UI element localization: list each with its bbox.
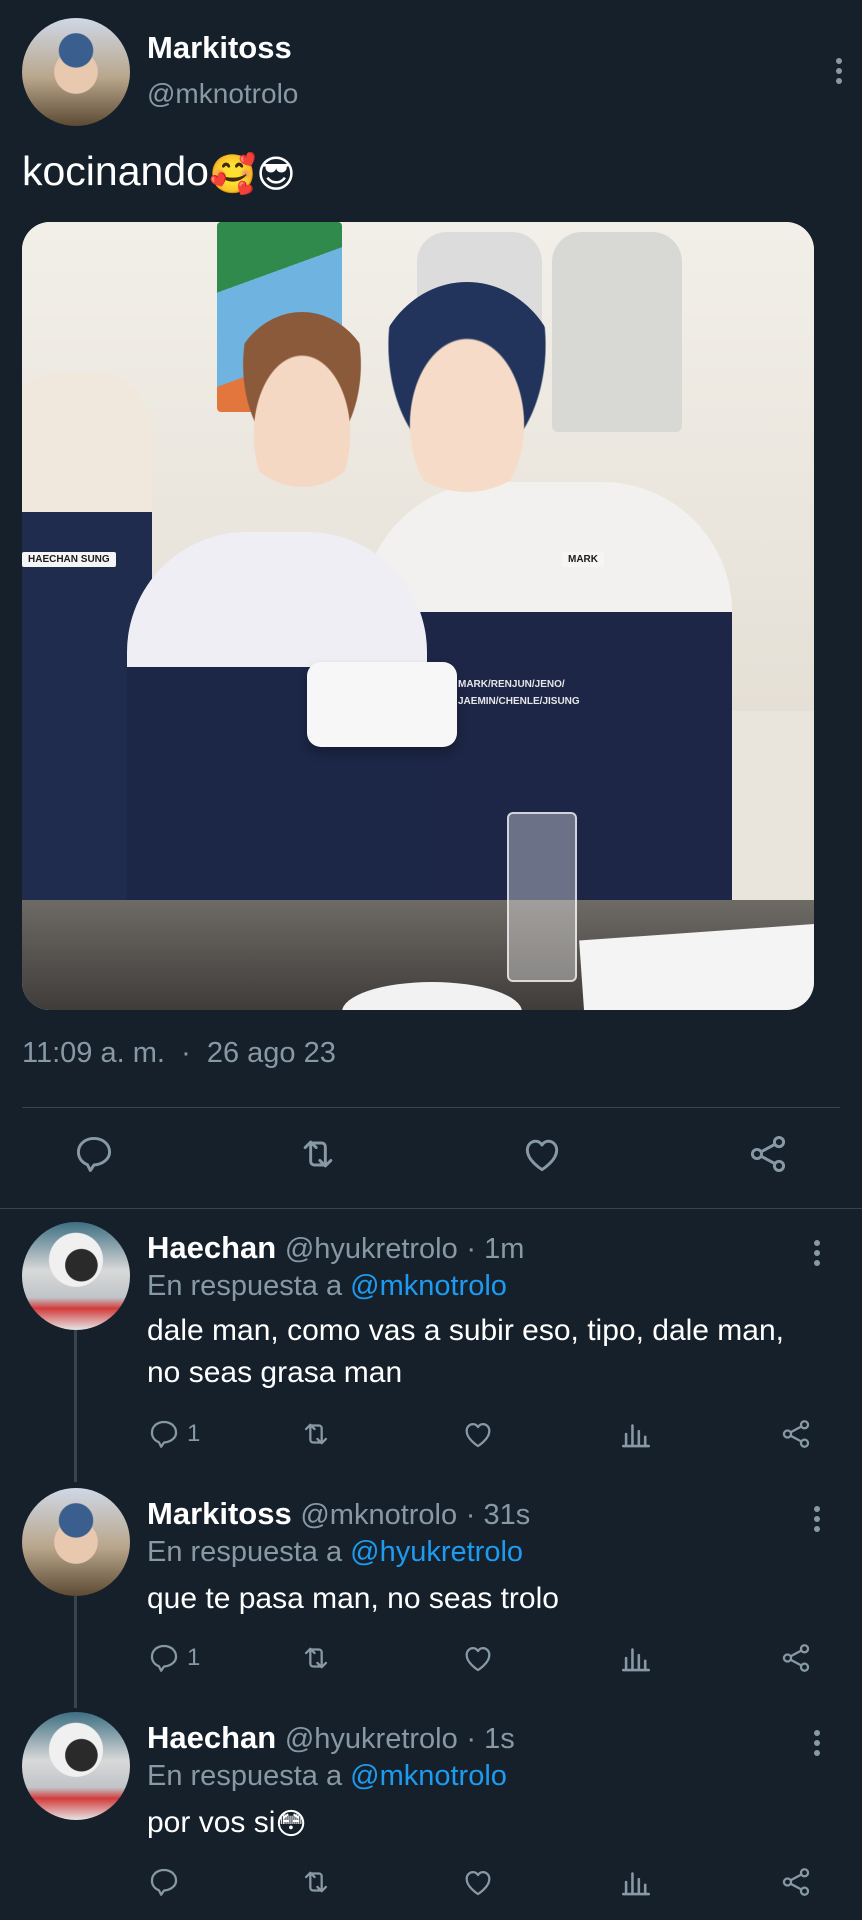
reply-header: Haechan @hyukretrolo · 1s [147,1720,515,1756]
mention-link[interactable]: @mknotrolo [350,1270,507,1302]
in-reply-to: En respuesta a @mknotrolo [147,1760,507,1793]
photo-apron-label: HAECHAN SUNG [22,552,116,567]
reply-icon [150,1644,178,1672]
in-reply-to: En respuesta a @mknotrolo [147,1270,507,1303]
more-options-icon[interactable] [827,54,851,88]
reply-button[interactable] [147,1860,187,1904]
reply-display-name[interactable]: Haechan [147,1230,276,1265]
like-icon[interactable] [461,1636,495,1680]
flushed-face-emoji: 😳 [275,1808,307,1841]
tweet-date: 26 ago 23 [206,1037,336,1069]
more-options-icon[interactable] [805,1726,829,1760]
reply-display-name[interactable]: Markitoss [147,1496,292,1531]
reply-time: · 1m [466,1233,525,1265]
reply-handle[interactable]: @hyukretrolo [285,1233,458,1265]
photo-food-box [307,662,457,747]
tweet-timestamp[interactable]: 11:09 a. m. · 26 ago 23 [22,1037,336,1070]
tweet-text: kocinando🥰😎 [22,148,296,195]
photo-apron-text: JAEMIN/CHENLE/JISUNG [458,696,580,707]
retweet-icon[interactable] [299,1860,333,1904]
main-tweet-header: Markitoss @mknotrolo [22,18,842,128]
reply-actions: 1 [147,1412,827,1456]
in-reply-prefix: En respuesta a [147,1270,343,1302]
analytics-icon[interactable] [619,1636,653,1680]
tweet-photo[interactable]: HAECHAN SUNG MARK MARK/RENJUN/JENO/ JAEM… [22,222,814,1010]
reply-actions: 1 [147,1636,827,1680]
share-icon[interactable] [779,1412,813,1456]
retweet-icon[interactable] [299,1412,333,1456]
author-display-name[interactable]: Markitoss [147,30,292,66]
in-reply-prefix: En respuesta a [147,1536,343,1568]
photo-person-head [227,312,377,487]
reply-header: Haechan @hyukretrolo · 1m [147,1230,524,1266]
avatar[interactable] [22,1222,130,1330]
avatar[interactable] [22,1488,130,1596]
reply-tweet[interactable]: Haechan @hyukretrolo · 1m En respuesta a… [0,1222,862,1462]
share-icon[interactable] [746,1132,790,1176]
reply-button[interactable]: 1 [147,1412,200,1456]
more-options-icon[interactable] [805,1236,829,1270]
in-reply-prefix: En respuesta a [147,1760,343,1792]
photo-glass [507,812,577,982]
tweet-detail-page: Markitoss @mknotrolo kocinando🥰😎 HAECHAN… [0,0,862,1920]
photo-name-tag: MARK [562,552,604,567]
avatar[interactable] [22,18,130,126]
reply-handle[interactable]: @mknotrolo [300,1499,457,1531]
photo-person-head [372,282,562,492]
reply-tweet[interactable]: Markitoss @mknotrolo · 31s En respuesta … [0,1488,862,1688]
more-options-icon[interactable] [805,1502,829,1536]
analytics-icon[interactable] [619,1412,653,1456]
tweet-time: 11:09 a. m. [22,1037,165,1069]
like-icon[interactable] [461,1860,495,1904]
mention-link[interactable]: @mknotrolo [350,1760,507,1792]
reply-tweet[interactable]: Haechan @hyukretrolo · 1s En respuesta a… [0,1712,862,1912]
reply-icon [150,1868,178,1896]
in-reply-to: En respuesta a @hyukretrolo [147,1536,523,1569]
reply-text: por vos si😳 [147,1802,807,1844]
timestamp-separator: · [181,1037,191,1069]
reply-count: 1 [187,1644,201,1671]
reply-handle[interactable]: @hyukretrolo [285,1723,458,1755]
reply-count: 1 [187,1420,201,1447]
analytics-icon[interactable] [619,1860,653,1904]
like-icon[interactable] [520,1132,564,1176]
reply-button[interactable]: 1 [147,1636,200,1680]
reply-text: dale man, como vas a subir eso, tipo, da… [147,1314,785,1389]
avatar[interactable] [22,1712,130,1820]
divider [0,1208,862,1209]
tweet-text-content: kocinando [22,148,209,194]
reply-time: · 1s [466,1723,515,1755]
sunglasses-emoji: 😎 [256,154,296,196]
reply-text-content: por vos si [147,1806,276,1839]
reply-display-name[interactable]: Haechan [147,1720,276,1755]
mention-link[interactable]: @hyukretrolo [350,1536,523,1568]
reply-header: Markitoss @mknotrolo · 31s [147,1496,530,1532]
share-icon[interactable] [779,1860,813,1904]
divider [22,1107,840,1108]
reply-actions [147,1860,827,1904]
photo-apron-text: MARK/RENJUN/JENO/ [458,679,565,690]
smiling-hearts-emoji: 🥰 [208,154,257,196]
share-icon[interactable] [779,1636,813,1680]
photo-hanging-shirt [552,232,682,432]
main-tweet-actions [0,1110,862,1200]
reply-icon [150,1420,178,1448]
reply-text: que te pasa man, no seas trolo [147,1582,559,1615]
retweet-icon[interactable] [296,1132,340,1176]
retweet-icon[interactable] [299,1636,333,1680]
reply-icon[interactable] [72,1132,116,1176]
author-handle[interactable]: @mknotrolo [147,78,298,110]
reply-time: · 31s [465,1499,531,1531]
like-icon[interactable] [461,1412,495,1456]
